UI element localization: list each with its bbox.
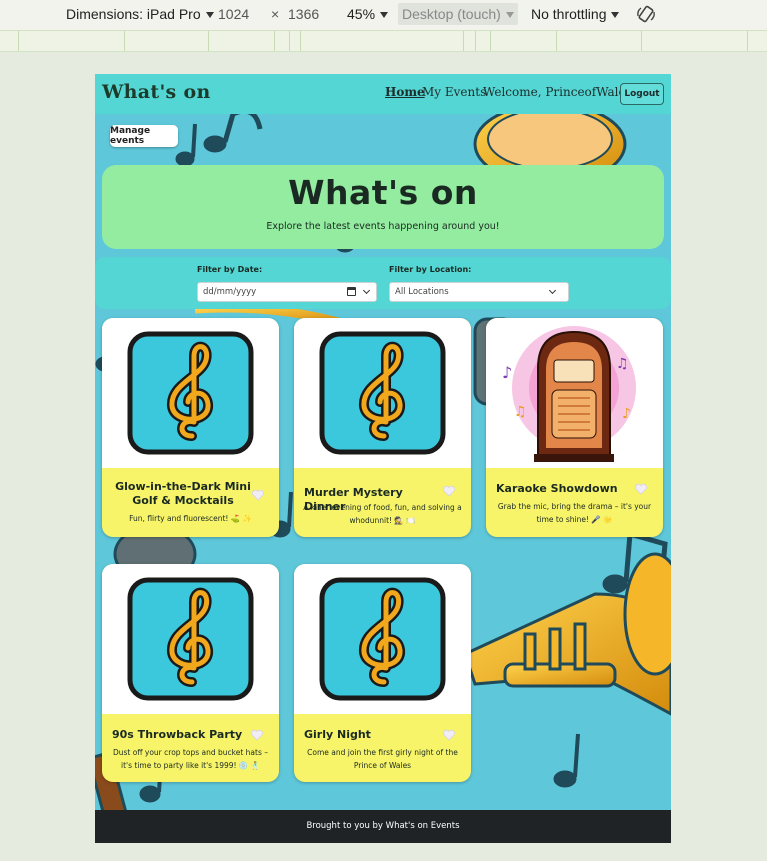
date-filter-input[interactable]: dd/mm/yyyy [197, 282, 377, 302]
event-title[interactable]: Girly Night [304, 728, 446, 742]
location-filter-label: Filter by Location: [389, 265, 472, 274]
event-card[interactable]: Girly Night Come and join the first girl… [294, 564, 471, 782]
date-filter-label: Filter by Date: [197, 265, 263, 274]
svg-text:♪: ♪ [622, 406, 631, 422]
page-footer: Brought to you by What's on Events [95, 810, 671, 843]
device-label: Dimensions: iPad Pro [66, 6, 201, 22]
event-image: ♪ ♫ ♫ ♪ [486, 318, 663, 468]
event-card[interactable]: Glow-in-the-Dark Mini Golf & Mocktails F… [102, 318, 279, 537]
filter-bar: Filter by Date: dd/mm/yyyy Filter by Loc… [95, 257, 671, 309]
chevron-down-icon [548, 286, 557, 295]
zoom-label: 45% [347, 6, 376, 22]
event-card[interactable]: Murder Mystery Dinner A killer evening o… [294, 318, 471, 537]
location-selected: All Locations [395, 287, 449, 297]
brand-logo[interactable]: What's on [102, 81, 211, 103]
page-viewport: What's on Home My Events Welcome, Prince… [95, 74, 671, 843]
chevron-down-icon [611, 12, 620, 19]
date-placeholder: dd/mm/yyyy [203, 287, 257, 297]
chevron-down-icon [505, 12, 514, 19]
chevron-down-icon [205, 12, 214, 19]
treble-clef-icon [319, 331, 446, 455]
chevron-down-icon [362, 286, 371, 295]
page-title: What's on [288, 173, 478, 212]
event-image [102, 564, 279, 714]
zoom-select[interactable]: 45% [347, 6, 389, 22]
event-description: Fun, flirty and fluorescent! ⛳ ✨ [129, 514, 252, 523]
event-title[interactable]: Glow-in-the-Dark Mini Golf & Mocktails [112, 480, 254, 508]
chevron-down-icon [380, 12, 389, 19]
event-description: Grab the mic, bring the drama – it's you… [497, 502, 652, 524]
treble-clef-icon [127, 331, 254, 455]
devtools-toolbar: Dimensions: iPad Pro 1024 × 1366 45% Des… [0, 0, 767, 30]
event-image [294, 318, 471, 468]
heart-icon[interactable] [634, 482, 648, 496]
svg-text:♪: ♪ [502, 363, 512, 382]
mode-select[interactable]: Desktop (touch) [398, 3, 518, 25]
hero-banner: What's on Explore the latest events happ… [102, 165, 664, 249]
manage-events-button[interactable]: Manage events [110, 125, 178, 147]
heart-icon[interactable] [442, 728, 456, 742]
device-select[interactable]: Dimensions: iPad Pro [66, 6, 214, 22]
throttling-label: No throttling [531, 6, 607, 22]
event-description: Come and join the first girly night of t… [307, 748, 458, 770]
welcome-text: Welcome, PrinceofWales! [483, 85, 637, 99]
event-title[interactable]: Karaoke Showdown [496, 482, 638, 496]
treble-clef-icon [127, 577, 254, 701]
treble-clef-icon [319, 577, 446, 701]
event-card[interactable]: ♪ ♫ ♫ ♪ Karaoke Showdown Grab the mic, bri… [486, 318, 663, 537]
event-image [102, 318, 279, 468]
width-input[interactable]: 1024 [218, 6, 249, 22]
throttling-select[interactable]: No throttling [531, 6, 620, 22]
nav-my-events-link[interactable]: My Events [422, 85, 486, 99]
logout-button[interactable]: Logout [620, 83, 664, 105]
heart-icon[interactable] [251, 488, 265, 502]
location-filter-select[interactable]: All Locations [389, 282, 569, 302]
event-image [294, 564, 471, 714]
event-card[interactable]: 90s Throwback Party Dust off your crop t… [102, 564, 279, 782]
heart-icon[interactable] [250, 728, 264, 742]
svg-text:♫: ♫ [616, 356, 629, 372]
event-title[interactable]: 90s Throwback Party [112, 728, 254, 742]
calendar-icon[interactable] [347, 287, 356, 296]
jukebox-image: ♪ ♫ ♫ ♪ [502, 326, 636, 462]
heart-icon[interactable] [442, 484, 456, 498]
navbar: What's on Home My Events Welcome, Prince… [95, 74, 671, 114]
page-subtitle: Explore the latest events happening arou… [266, 221, 500, 232]
media-query-ruler [0, 30, 767, 52]
svg-text:♫: ♫ [514, 404, 527, 420]
mode-label: Desktop (touch) [402, 6, 501, 22]
rotate-icon[interactable] [636, 4, 656, 24]
height-input[interactable]: 1366 [288, 6, 319, 22]
event-description: A killer evening of food, fun, and solvi… [303, 503, 462, 525]
nav-home-link[interactable]: Home [385, 85, 425, 99]
times-sign: × [271, 6, 280, 22]
event-description: Dust off your crop tops and bucket hats … [113, 748, 268, 770]
